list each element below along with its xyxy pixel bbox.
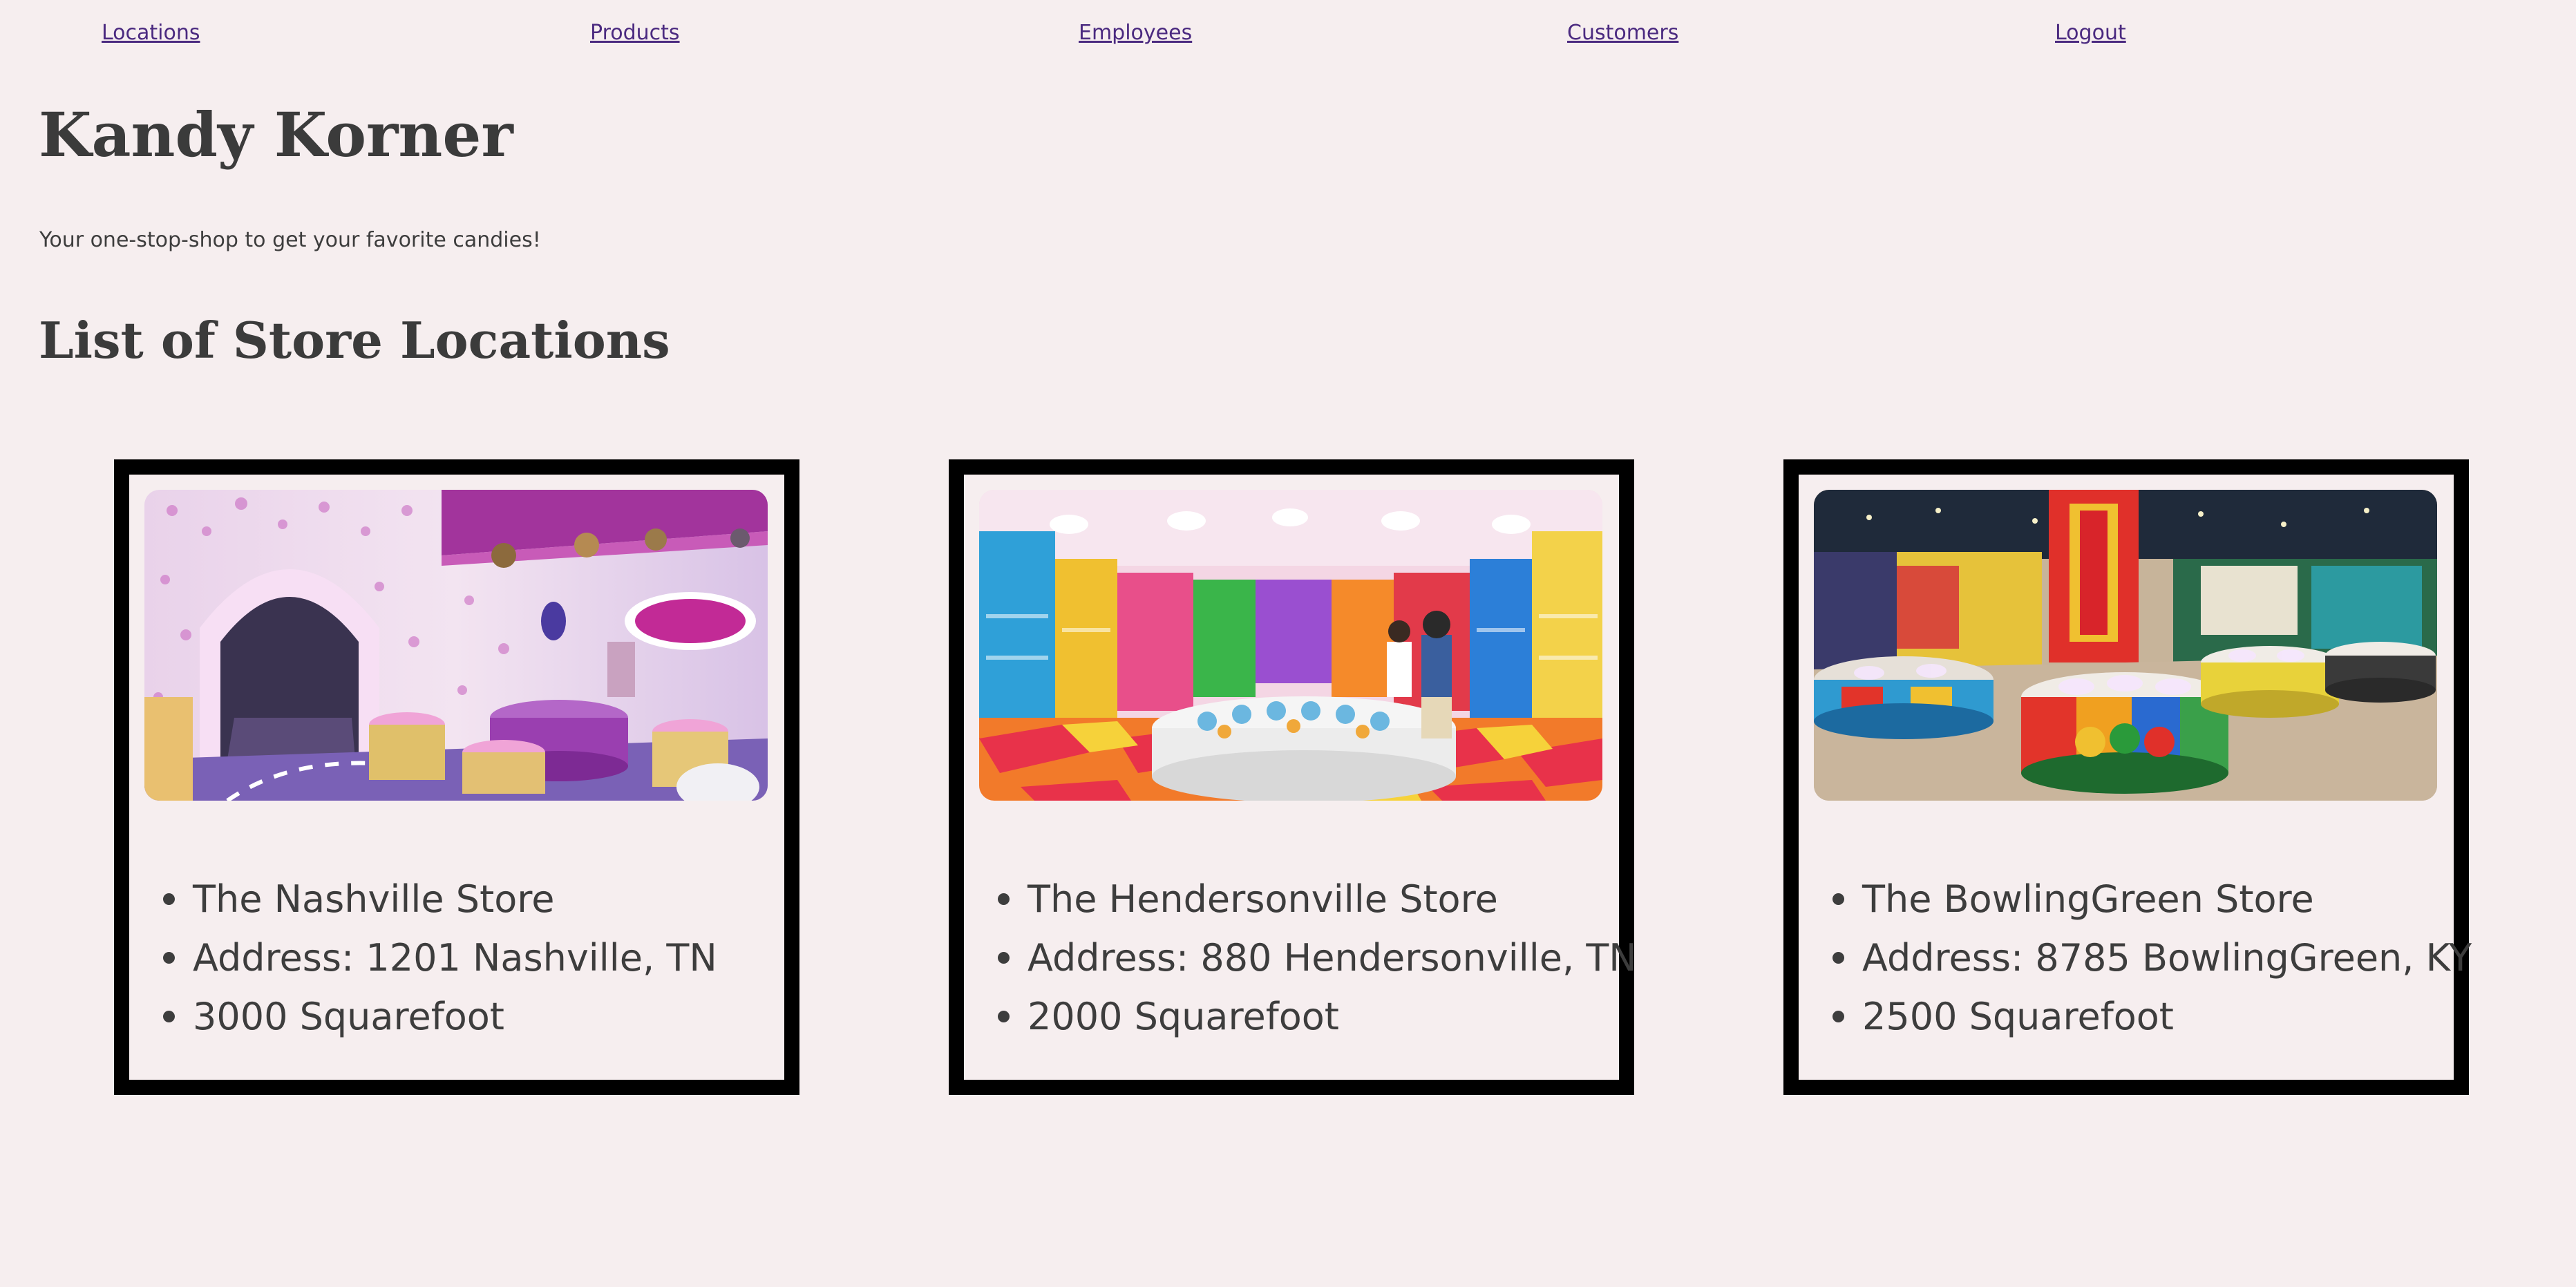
store-size: 2000 Squarefoot (998, 987, 1637, 1046)
store-size: 3000 Squarefoot (163, 987, 717, 1046)
store-name: The Nashville Store (163, 870, 717, 928)
store-name: The Hendersonville Store (998, 870, 1637, 928)
store-name: The BowlingGreen Store (1832, 870, 2472, 928)
main-nav: Locations Products Employees Customers L… (0, 19, 2576, 47)
store-card-hendersonville: The Hendersonville Store Address: 880 He… (949, 459, 1637, 1095)
store-card-bowlinggreen: The BowlingGreen Store Address: 8785 Bow… (1783, 459, 2472, 1095)
locations-heading: List of Store Locations (39, 311, 670, 370)
store-address: Address: 1201 Nashville, TN (163, 928, 717, 987)
store-size: 2500 Squarefoot (1832, 987, 2472, 1046)
store-details-list: The Nashville Store Address: 1201 Nashvi… (129, 870, 717, 1046)
nav-link-employees[interactable]: Employees (1079, 19, 1192, 47)
store-photo (144, 490, 768, 801)
nav-link-products[interactable]: Products (590, 19, 680, 47)
store-details-list: The BowlingGreen Store Address: 8785 Bow… (1799, 870, 2472, 1046)
store-card-nashville: The Nashville Store Address: 1201 Nashvi… (114, 459, 799, 1095)
site-title: Kandy Korner (39, 99, 513, 171)
store-photo (1814, 490, 2437, 801)
site-tagline: Your one-stop-shop to get your favorite … (39, 228, 541, 252)
nav-link-customers[interactable]: Customers (1567, 19, 1678, 47)
store-details-list: The Hendersonville Store Address: 880 He… (964, 870, 1637, 1046)
store-photo (979, 490, 1602, 801)
store-address: Address: 8785 BowlingGreen, KY (1832, 928, 2472, 987)
store-address: Address: 880 Hendersonville, TN (998, 928, 1637, 987)
nav-link-logout[interactable]: Logout (2055, 19, 2126, 47)
nav-link-locations[interactable]: Locations (102, 19, 200, 47)
